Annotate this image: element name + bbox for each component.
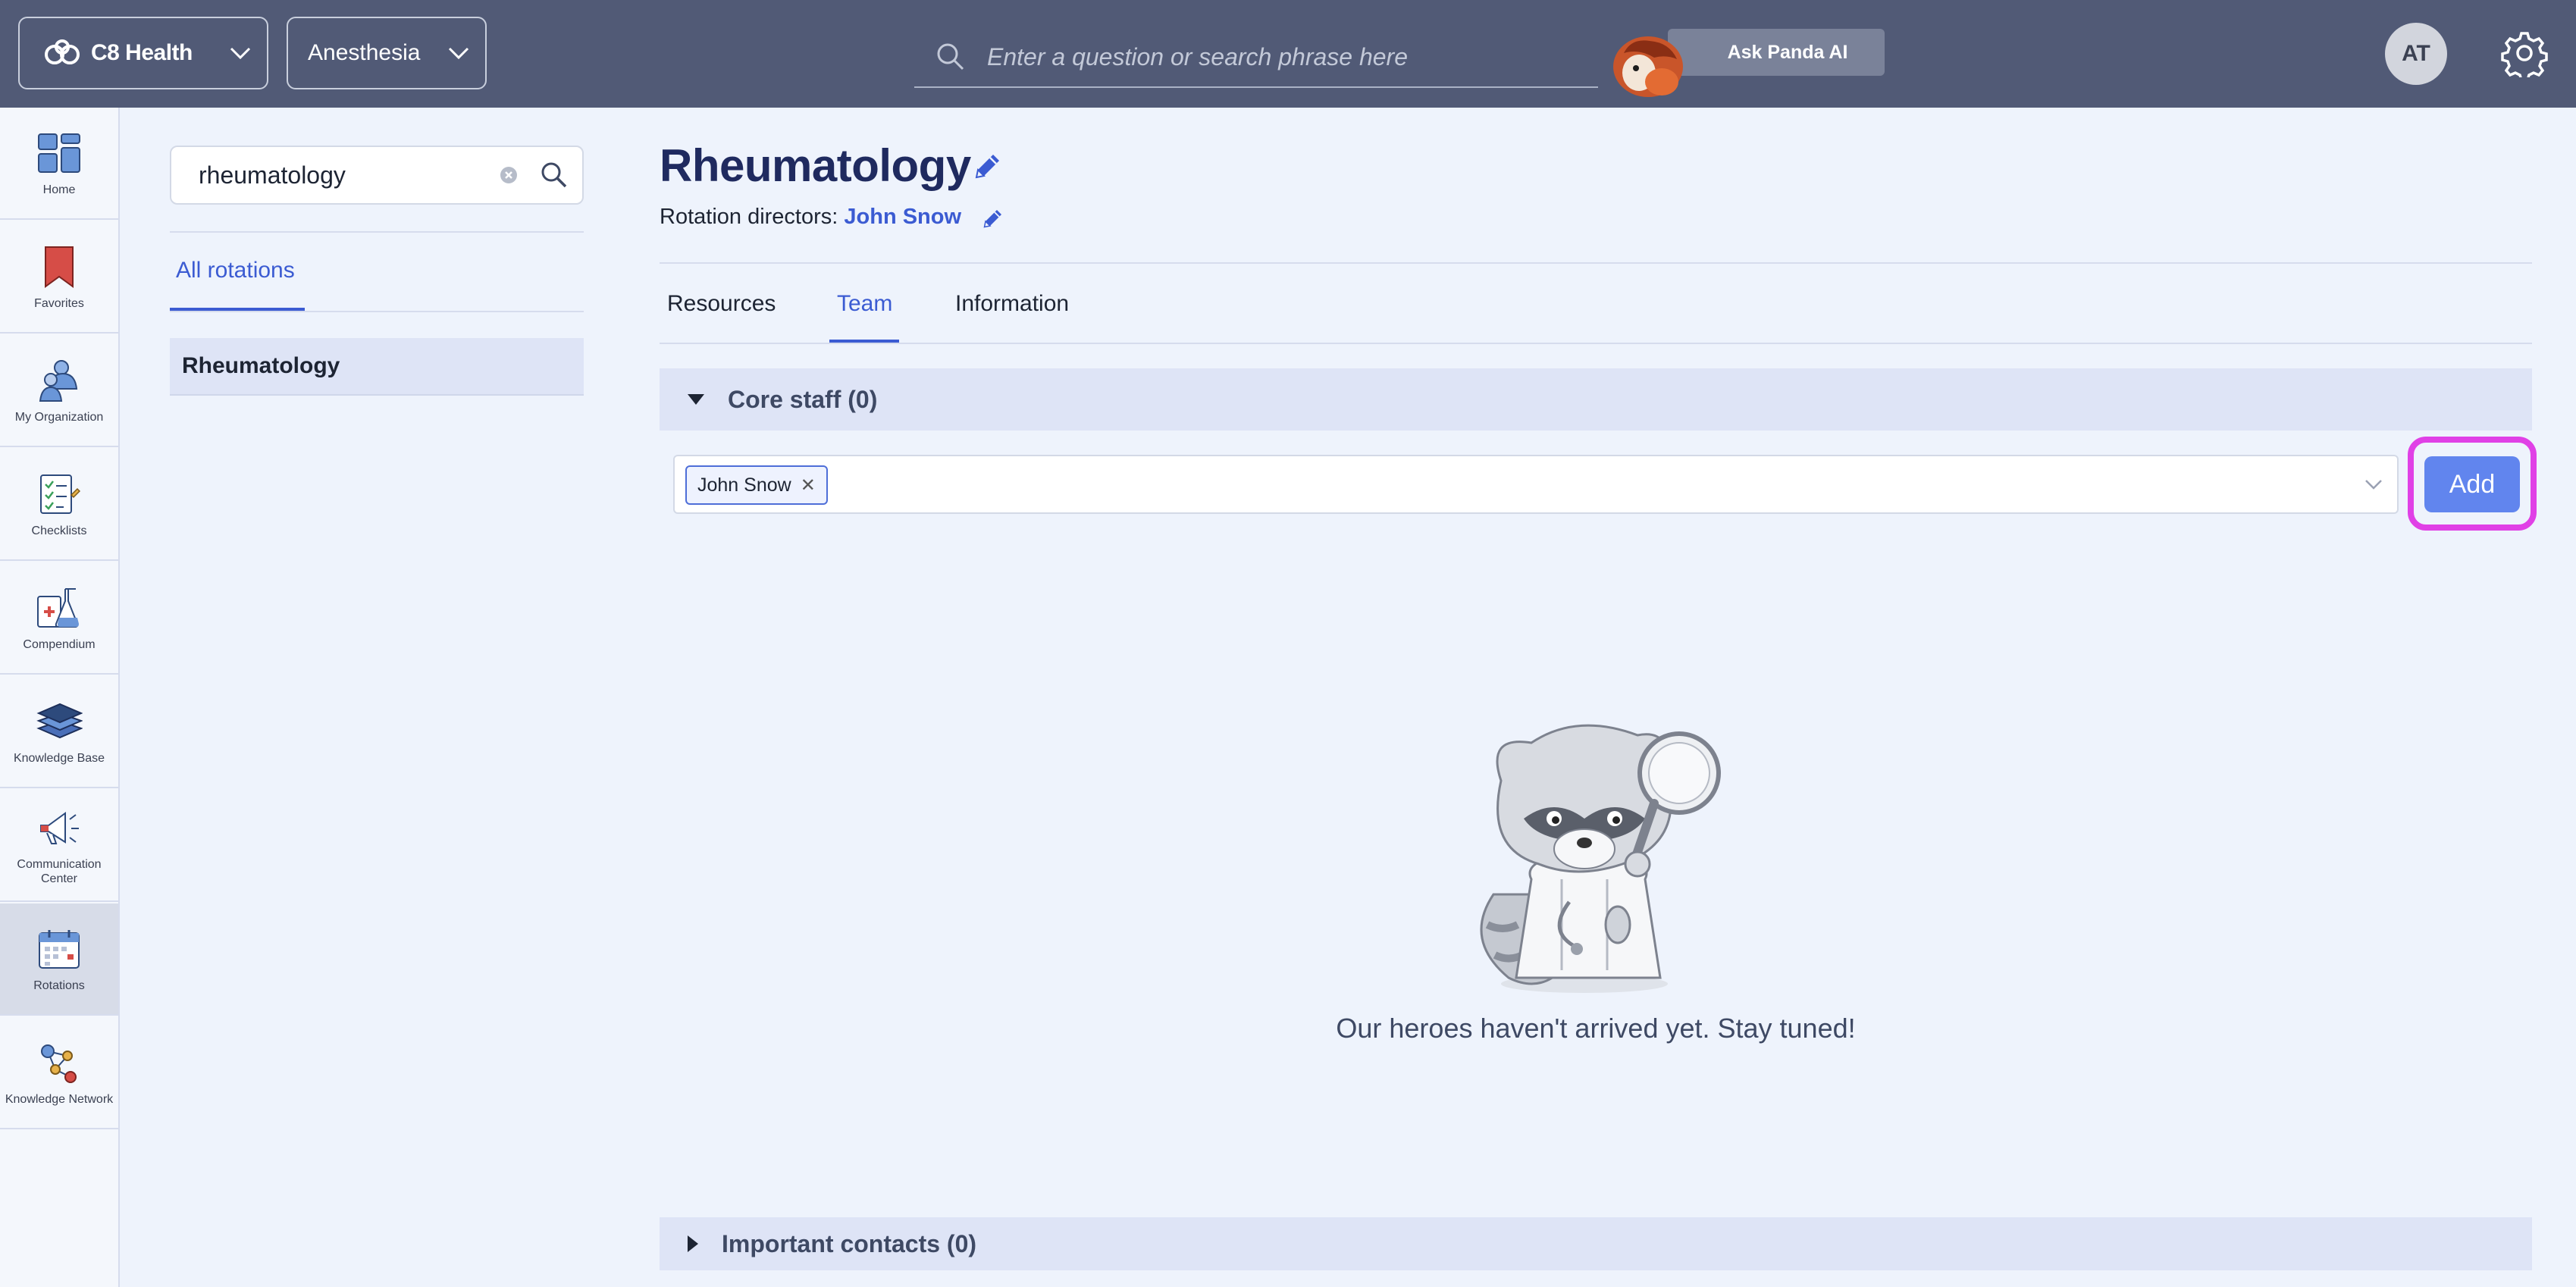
gear-icon[interactable]	[2500, 29, 2549, 82]
divider	[660, 262, 2532, 264]
megaphone-icon	[36, 804, 83, 851]
nav-label: Home	[42, 183, 76, 196]
search-icon[interactable]	[540, 161, 569, 193]
caret-right-icon	[687, 1235, 699, 1253]
nav-item-knowledge-base[interactable]: Knowledge Base	[0, 676, 118, 788]
nav-label: Favorites	[34, 296, 84, 310]
global-search-input[interactable]	[987, 42, 1578, 71]
rotation-list-item[interactable]: Rheumatology	[170, 338, 584, 396]
nav-label: My Organization	[14, 410, 104, 424]
important-contacts-header[interactable]: Important contacts (0)	[660, 1217, 2532, 1270]
global-search	[914, 27, 1598, 88]
tag-label: John Snow	[697, 474, 791, 496]
nav-label: Rotations	[33, 979, 85, 992]
nav-item-knowledge-network[interactable]: Knowledge Network	[0, 1017, 118, 1129]
nav-item-favorites[interactable]: Favorites	[0, 221, 118, 333]
flask-icon	[36, 584, 83, 631]
edit-directors-icon[interactable]	[981, 208, 1004, 234]
chevron-down-icon	[447, 41, 470, 67]
empty-state-message: Our heroes haven't arrived yet. Stay tun…	[1336, 1013, 1856, 1044]
tab-information[interactable]: Information	[955, 291, 1069, 317]
books-icon	[36, 698, 83, 745]
rotation-directors: Rotation directors: John Snow	[660, 205, 961, 230]
checklist-icon	[36, 471, 83, 518]
network-icon	[36, 1039, 83, 1086]
tab-team[interactable]: Team	[837, 291, 892, 317]
active-tab-indicator	[170, 308, 305, 311]
nav-item-rotations[interactable]: Rotations	[0, 903, 118, 1016]
selected-staff-tag: John Snow ✕	[685, 465, 828, 505]
edit-title-icon[interactable]	[972, 152, 1002, 186]
chevron-down-icon	[229, 41, 252, 67]
rotation-search	[170, 146, 584, 205]
c8-logo-icon	[42, 39, 83, 67]
add-button[interactable]: Add	[2424, 456, 2520, 512]
nav-item-my-organization[interactable]: My Organization	[0, 335, 118, 447]
divider	[660, 343, 2532, 344]
director-name-link[interactable]: John Snow	[844, 205, 961, 229]
top-bar: C8 Health Anesthesia Ask Panda AI AT	[0, 0, 2576, 108]
nav-item-checklists[interactable]: Checklists	[0, 449, 118, 561]
left-navigation: Home Favorites My Organization Checklist…	[0, 108, 120, 1287]
calendar-icon	[36, 925, 83, 972]
core-staff-label: Core staff (0)	[728, 385, 878, 413]
rotation-search-input[interactable]	[199, 161, 487, 189]
important-contacts-label: Important contacts (0)	[722, 1229, 977, 1257]
search-icon	[935, 42, 966, 72]
tab-all-rotations[interactable]: All rotations	[176, 258, 295, 283]
bookmark-icon	[36, 243, 83, 290]
department-name: Anesthesia	[308, 40, 421, 65]
divider	[170, 311, 584, 312]
tab-resources[interactable]: Resources	[667, 291, 776, 317]
nav-label: Knowledge Base	[13, 751, 105, 765]
caret-down-icon	[687, 393, 705, 406]
nav-label: Communication Center	[17, 858, 102, 885]
red-panda-icon	[1609, 23, 1692, 99]
core-staff-header[interactable]: Core staff (0)	[660, 368, 2532, 431]
user-avatar[interactable]: AT	[2385, 23, 2447, 85]
ask-panda-ai-label: Ask Panda AI	[1727, 41, 1848, 63]
active-tab-indicator	[829, 340, 899, 343]
nav-label: Knowledge Network	[5, 1092, 114, 1106]
raccoon-illustration	[1448, 705, 1736, 1012]
nav-item-home[interactable]: Home	[0, 108, 118, 220]
chevron-down-icon[interactable]	[2364, 478, 2383, 495]
nav-label: Compendium	[23, 637, 96, 651]
nav-item-communication-center[interactable]: Communication Center	[0, 790, 118, 902]
page-title: Rheumatology	[660, 140, 971, 191]
directors-label: Rotation directors:	[660, 205, 838, 229]
organization-name: C8 Health	[91, 40, 193, 65]
ask-panda-ai-button[interactable]: Ask Panda AI	[1668, 29, 1885, 76]
organization-selector[interactable]: C8 Health	[18, 17, 268, 89]
divider	[170, 231, 584, 233]
people-icon	[36, 357, 83, 404]
department-selector[interactable]: Anesthesia	[287, 17, 487, 89]
avatar-initials: AT	[2402, 41, 2430, 66]
nav-label: Checklists	[31, 524, 87, 537]
add-label: Add	[2449, 469, 2496, 499]
home-icon	[36, 130, 83, 177]
nav-item-compendium[interactable]: Compendium	[0, 562, 118, 675]
clear-icon[interactable]	[499, 165, 519, 189]
staff-multiselect[interactable]: John Snow ✕	[673, 455, 2399, 514]
remove-tag-icon[interactable]: ✕	[801, 474, 816, 496]
